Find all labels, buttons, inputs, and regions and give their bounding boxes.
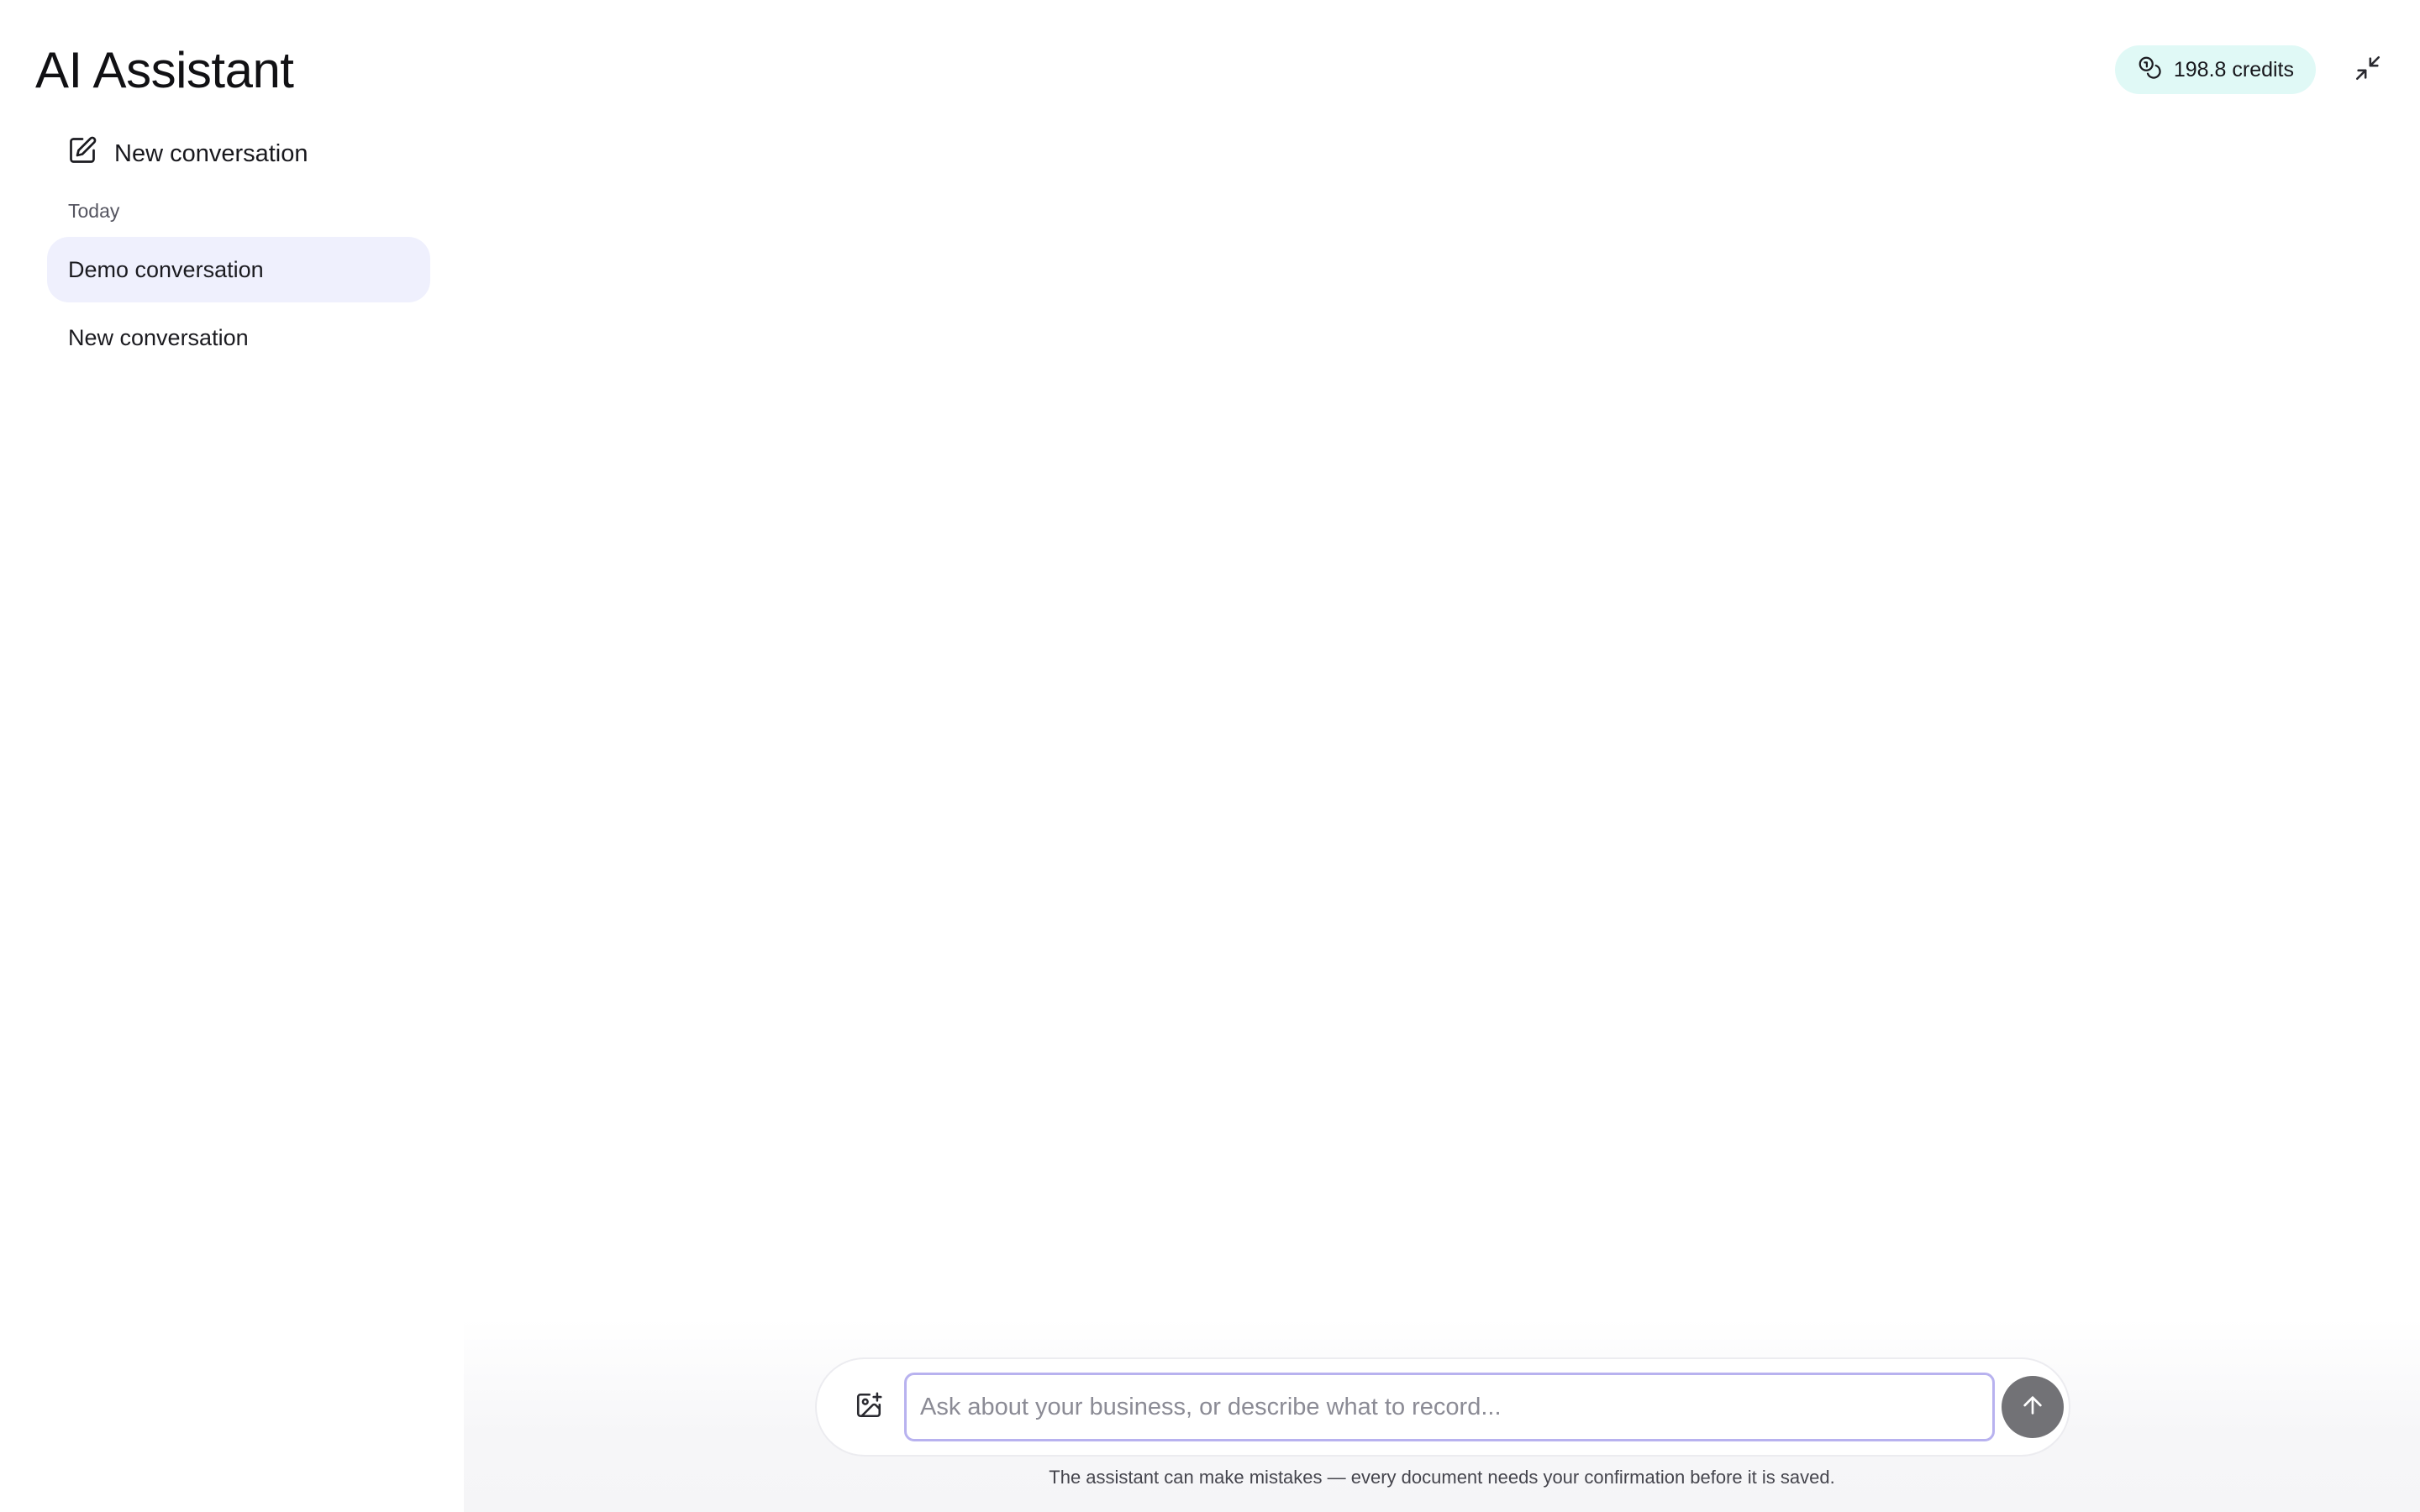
section-label-today: Today [68, 200, 120, 222]
coins-icon [2137, 55, 2162, 86]
attach-image-button[interactable] [845, 1383, 892, 1431]
conversation-item-new[interactable]: New conversation [47, 305, 430, 370]
send-button[interactable] [2002, 1376, 2064, 1438]
new-conversation-button[interactable]: New conversation [67, 133, 308, 175]
conversation-sidebar: New conversation Today Demo conversation… [0, 126, 464, 1512]
minimize-icon [2354, 54, 2382, 87]
conversation-item-demo[interactable]: Demo conversation [47, 237, 430, 302]
arrow-up-icon [2019, 1392, 2046, 1423]
credits-label: 198.8 credits [2173, 57, 2294, 81]
credits-badge[interactable]: 198.8 credits [2114, 45, 2316, 94]
page-title: AI Assistant [35, 42, 294, 98]
edit-icon [67, 135, 97, 172]
ai-assistant-app: AI Assistant 198.8 credits New conversat… [0, 0, 2420, 1512]
disclaimer-text: The assistant can make mistakes — every … [1049, 1467, 1835, 1488]
header-actions: 198.8 credits [2114, 45, 2386, 94]
image-add-icon [855, 1391, 883, 1424]
chat-input[interactable] [904, 1373, 1995, 1441]
message-composer [815, 1357, 2070, 1457]
new-conversation-label: New conversation [114, 139, 308, 167]
minimize-button[interactable] [2349, 51, 2386, 88]
